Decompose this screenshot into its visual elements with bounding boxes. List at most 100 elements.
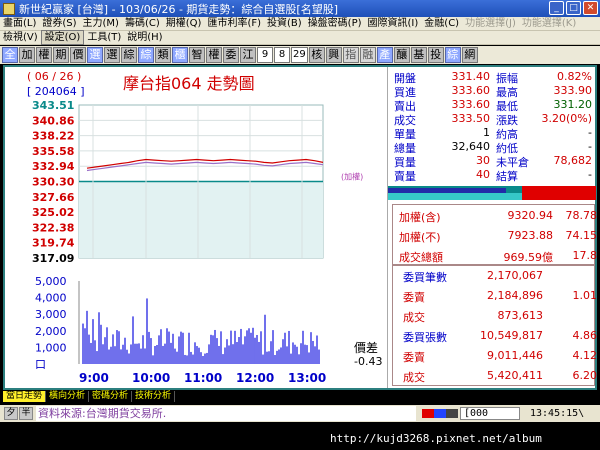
order-extra: 4.86 (572, 329, 598, 342)
menu-item[interactable]: 功能選擇(J) (462, 17, 519, 30)
app-icon (3, 2, 15, 15)
toolbar-button[interactable]: 興 (325, 47, 342, 63)
toolbar-button[interactable]: 產 (376, 47, 393, 63)
menu-item[interactable]: 操盤密碼(P) (305, 17, 365, 30)
status-icon-2[interactable]: 半 (19, 407, 33, 420)
toolbar-button[interactable]: 權 (36, 47, 52, 63)
order-row: 委買張數 10,549,817 4.86 (393, 329, 600, 344)
menu-item[interactable]: 主力(M) (80, 17, 122, 30)
price-tick-label: 330.30 (32, 176, 75, 189)
menu-item[interactable]: 畫面(L) (0, 17, 39, 30)
order-extra: 4.12 (572, 349, 598, 362)
volume-tick-label: 2,000 (35, 325, 67, 338)
toolbar-button[interactable]: 核 (308, 47, 325, 63)
toolbar-button[interactable]: 期 (53, 47, 69, 63)
toolbar-button[interactable]: 櫃 (172, 47, 188, 63)
minimize-icon[interactable]: _ (549, 1, 564, 15)
menu-item[interactable]: 投資(B) (264, 17, 305, 30)
connection-indicator (422, 409, 458, 418)
toolbar-button[interactable]: 類 (155, 47, 171, 63)
toolbar-button[interactable]: 綜 (121, 47, 137, 63)
price-tick-label: 335.58 (32, 145, 74, 158)
menu-item[interactable]: 國際資訊(I) (365, 17, 422, 30)
index-value: 969.59億 (503, 251, 554, 264)
toolbar-button[interactable]: 智 (189, 47, 205, 63)
menu-bar-secondary: 檢視(V) 設定(O) 工具(T) 說明(H) (0, 30, 600, 45)
order-extra: 1.01 (572, 289, 598, 302)
analysis-tab[interactable]: 密碼分析 (89, 391, 133, 402)
quote-row: 單量 1 約高 - (388, 126, 596, 141)
menu-item[interactable]: 說明(H) (124, 31, 165, 44)
volume-tick-label: 1,000 (35, 341, 67, 354)
index-box: 加權(含) 9320.94 78.78 加權(不) 7923.88 74.15 成交總額 96… (392, 204, 597, 266)
quote-value: - (588, 140, 592, 153)
toolbar-button[interactable]: 投 (427, 47, 444, 63)
analysis-tab[interactable]: 技術分析 (132, 391, 176, 402)
index-row: 成交總額 969.59億 17.8 (393, 249, 600, 264)
volume-tick-label: 3,000 (35, 308, 67, 321)
maximize-icon[interactable]: □ (566, 1, 581, 15)
analysis-tab[interactable]: 當日走勢 (3, 391, 47, 402)
toolbar-button[interactable]: 權 (206, 47, 222, 63)
toolbar-button[interactable]: 29 (291, 47, 308, 63)
quote-row: 賣出 333.60 最低 331.20 (388, 98, 596, 113)
menu-item[interactable]: 金融(C) (421, 17, 462, 30)
toolbar-button[interactable]: 9 (257, 47, 273, 63)
quote-value: 3.20(0%) (541, 112, 592, 125)
chart-panel: ( 06 / 26 ) 摩台指064 走勢圖 [ 204064 ] 343.51 340… (5, 67, 387, 388)
menu-item[interactable]: 檢視(V) (0, 31, 41, 44)
menu-item[interactable]: 期權(Q) (163, 17, 205, 30)
order-label: 委賣 (403, 291, 425, 304)
price-tick-label: 332.94 (32, 160, 75, 173)
order-extra: 6.20 (572, 369, 598, 382)
toolbar-button[interactable]: 委 (223, 47, 239, 63)
toolbar-button[interactable]: 選 (104, 47, 120, 63)
menu-item[interactable]: 籌碼(C) (122, 17, 163, 30)
toolbar-button[interactable]: 基 (410, 47, 427, 63)
window-title: 新世紀贏家 [台灣] - 103/06/26 - 期貨走勢：綜合自選股[名望股] (19, 2, 338, 16)
close-icon[interactable]: ✕ (583, 1, 598, 15)
menu-item[interactable]: 設定(O) (40, 30, 85, 45)
menu-bar-primary: 畫面(L) 證券(S) 主力(M) 籌碼(C) 期權(Q) 匯市利率(F) 投資(B) 操盤密… (0, 17, 600, 31)
status-icon-1[interactable]: 夕 (4, 407, 18, 420)
quote-row: 賣量 40 結算 - (388, 168, 596, 183)
toolbar-button[interactable]: 釀 (393, 47, 410, 63)
toolbar-button[interactable]: 價 (70, 47, 86, 63)
toolbar-button[interactable]: 融 (359, 47, 376, 63)
index-label: 加權(不) (399, 231, 441, 244)
quote-value: 1 (483, 126, 490, 139)
code-input[interactable]: [000 (460, 407, 520, 420)
index-extra: 17.8 (572, 249, 598, 262)
toolbar-button[interactable]: 指 (342, 47, 359, 63)
menu-item[interactable]: 證券(S) (39, 17, 79, 30)
price-tick-label: 317.09 (32, 252, 74, 265)
toolbar-button[interactable]: 全 (2, 47, 18, 63)
menu-item[interactable]: 工具(T) (84, 31, 124, 44)
quote-value: - (588, 126, 592, 139)
toolbar-button[interactable]: 綜 (444, 47, 461, 63)
toolbar-button[interactable]: 綜 (138, 47, 154, 63)
volume-bars (82, 298, 320, 364)
quote-value: - (588, 168, 592, 181)
order-value: 2,184,896 (487, 289, 543, 302)
toolbar-button[interactable]: 8 (274, 47, 290, 63)
time-tick-label: 12:00 (236, 371, 274, 385)
quote-row: 買進 333.60 最高 333.90 (388, 84, 596, 99)
analysis-tab[interactable]: 橫向分析 (46, 391, 90, 402)
quote-value: 333.60 (451, 84, 491, 97)
toolbar-button[interactable]: 加 (19, 47, 35, 63)
menu-item[interactable]: 功能選擇(K) (519, 17, 579, 30)
toolbar-button[interactable]: 選 (87, 47, 103, 63)
toolbar-button[interactable]: 網 (461, 47, 478, 63)
toolbar-button[interactable]: 江 (240, 47, 256, 63)
status-bar: 夕 半 資料來源:台灣期貨交易所. [000 13:45:15\ (0, 405, 600, 422)
price-tick-label: 327.66 (32, 191, 75, 204)
order-value: 5,420,411 (487, 369, 543, 382)
menu-item[interactable]: 匯市利率(F) (204, 17, 264, 30)
quote-row: 開盤 331.40 振幅 0.82% (388, 70, 596, 85)
quick-toolbar: 全加權期價選選綜綜類櫃智權委江 9 8 29 核興指融產釀基投綜網 (0, 46, 600, 64)
quote-row: 買量 30 未平倉 78,682 (388, 154, 596, 169)
order-row: 成交 873,613 (393, 309, 600, 324)
index-row: 加權(不) 7923.88 74.15 (393, 229, 600, 244)
main-content: ( 06 / 26 ) 摩台指064 走勢圖 [ 204064 ] 343.51 340… (3, 65, 597, 390)
